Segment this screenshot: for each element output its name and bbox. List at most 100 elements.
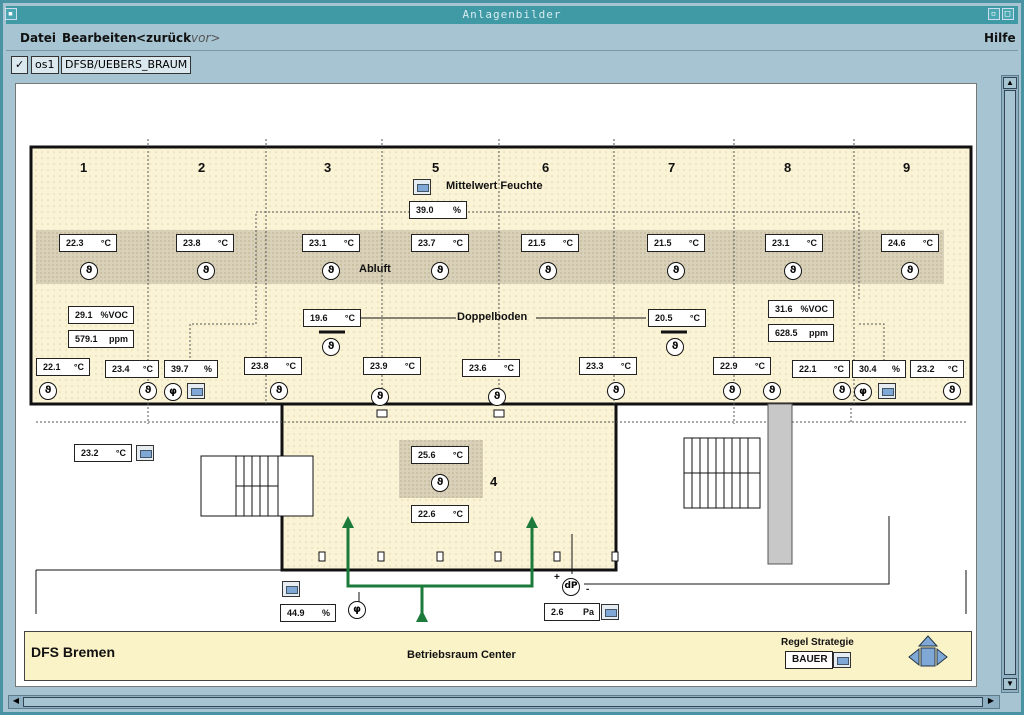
floorplan-drawing bbox=[29, 139, 973, 622]
humidity-value: 44.9% bbox=[280, 604, 336, 622]
abluft-value: 22.3 °C bbox=[59, 234, 117, 252]
humidity-sensor-icon[interactable]: φ bbox=[854, 383, 872, 401]
ppm-value: 628.5 ppm bbox=[768, 324, 834, 342]
humidity-button[interactable] bbox=[187, 383, 205, 399]
room-value: 39.7% bbox=[164, 360, 218, 378]
application-window: Anlagenbilder ▪ ▫ □ Datei Bearbeiten <zu… bbox=[0, 0, 1024, 715]
temp-sensor-icon[interactable]: ϑ bbox=[431, 474, 449, 492]
menu-datei[interactable]: Datei bbox=[20, 31, 56, 45]
humidity-sensor-icon[interactable]: φ bbox=[164, 383, 182, 401]
temp-sensor-icon[interactable]: ϑ bbox=[322, 338, 340, 356]
minimize-button[interactable]: ▫ bbox=[988, 8, 1000, 20]
temp-sensor-icon[interactable]: ϑ bbox=[197, 262, 215, 280]
mittelwert-button[interactable] bbox=[413, 179, 431, 195]
menu-forward[interactable]: vor> bbox=[191, 31, 220, 45]
voc-value: 29.1 %VOC bbox=[68, 306, 134, 324]
scroll-right-icon[interactable]: ▶ bbox=[985, 696, 997, 708]
zone-label: 1 bbox=[80, 160, 88, 175]
temp-sensor-icon[interactable]: ϑ bbox=[270, 382, 288, 400]
abluft-value: 24.6 °C bbox=[881, 234, 939, 252]
menu-bearbeiten[interactable]: Bearbeiten bbox=[62, 31, 137, 45]
abluft-value: 23.1 °C bbox=[765, 234, 823, 252]
pressure-sensor-icon[interactable]: dP bbox=[562, 578, 580, 596]
zone-label: 5 bbox=[432, 160, 440, 175]
site-name: DFS Bremen bbox=[31, 644, 116, 660]
temp-sensor-icon[interactable]: ϑ bbox=[723, 382, 741, 400]
strategy-label: Regel Strategie bbox=[781, 637, 854, 648]
nav-right-icon bbox=[936, 647, 948, 667]
room-value: 30.4% bbox=[852, 360, 906, 378]
temp-sensor-icon[interactable]: ϑ bbox=[667, 262, 685, 280]
dp-plus: + bbox=[554, 572, 560, 583]
navigation-arrows bbox=[908, 635, 948, 667]
duct bbox=[767, 403, 793, 565]
nav-center-icon bbox=[920, 647, 936, 667]
temp-sensor-icon[interactable]: ϑ bbox=[943, 382, 961, 400]
room-value: 23.2 °C bbox=[910, 360, 964, 378]
menu-back[interactable]: <zurück bbox=[136, 31, 191, 45]
check-toggle[interactable]: ✓ bbox=[11, 56, 28, 74]
maximize-button[interactable]: □ bbox=[1002, 8, 1014, 20]
temp-sensor-icon[interactable]: ϑ bbox=[431, 262, 449, 280]
room-value: 23.6 °C bbox=[462, 359, 520, 377]
temp-sensor-icon[interactable]: ϑ bbox=[607, 382, 625, 400]
temp-sensor-icon[interactable]: ϑ bbox=[39, 382, 57, 400]
strategy-value[interactable]: BAUER bbox=[785, 651, 833, 669]
temp-sensor-icon[interactable]: ϑ bbox=[488, 388, 506, 406]
zone-label: 8 bbox=[784, 160, 792, 175]
zone-label-4: 4 bbox=[490, 474, 498, 489]
temp-sensor-icon[interactable]: ϑ bbox=[371, 388, 389, 406]
menu-hilfe[interactable]: Hilfe bbox=[984, 31, 1016, 45]
temp-sensor-icon[interactable]: ϑ bbox=[784, 262, 802, 280]
scroll-up-icon[interactable]: ▲ bbox=[1003, 77, 1017, 89]
room-value: 22.9 °C bbox=[713, 357, 771, 375]
temp-sensor-icon[interactable]: ϑ bbox=[666, 338, 684, 356]
room-value: 23.3 °C bbox=[579, 357, 637, 375]
temp-sensor-icon[interactable]: ϑ bbox=[901, 262, 919, 280]
scroll-thumb[interactable] bbox=[1004, 90, 1016, 675]
humidity-button[interactable] bbox=[878, 383, 896, 399]
vertical-scrollbar[interactable]: ▲ ▼ bbox=[1001, 75, 1019, 693]
doppelboden-value-right: 20.5 °C bbox=[648, 309, 706, 327]
horizontal-scrollbar[interactable]: ◀ ▶ bbox=[8, 695, 1000, 709]
toolbar: ✓ os1 DFSB/UEBERS_BRAUM bbox=[6, 53, 1018, 77]
temp-sensor-icon[interactable]: ϑ bbox=[80, 262, 98, 280]
room-value: 23.4 °C bbox=[105, 360, 159, 378]
voc-value: 31.6 %VOC bbox=[768, 300, 834, 318]
footer-panel: DFS Bremen Betriebsraum Center Regel Str… bbox=[24, 631, 972, 681]
scroll-left-icon[interactable]: ◀ bbox=[10, 696, 22, 708]
path-field[interactable]: DFSB/UEBERS_BRAUM bbox=[61, 56, 191, 74]
room-value: 23.8 °C bbox=[244, 357, 302, 375]
window-menu-button[interactable]: ▪ bbox=[5, 8, 17, 20]
staircase-left bbox=[200, 455, 314, 517]
outside-button[interactable] bbox=[136, 445, 154, 461]
nav-up-icon bbox=[917, 635, 939, 647]
strategy-dropdown-button[interactable] bbox=[833, 652, 851, 668]
temp-sensor-icon[interactable]: ϑ bbox=[322, 262, 340, 280]
scroll-down-icon[interactable]: ▼ bbox=[1003, 678, 1017, 690]
abluft-value: 21.5 °C bbox=[647, 234, 705, 252]
nav-left-icon bbox=[908, 647, 920, 667]
zone-label: 2 bbox=[198, 160, 206, 175]
temp-sensor-icon[interactable]: ϑ bbox=[539, 262, 557, 280]
pressure-button[interactable] bbox=[601, 604, 619, 620]
room-value: 22.1 °C bbox=[792, 360, 850, 378]
humidity-control-button[interactable] bbox=[282, 581, 300, 597]
temp-sensor-icon[interactable]: ϑ bbox=[763, 382, 781, 400]
temp-sensor-icon[interactable]: ϑ bbox=[139, 382, 157, 400]
room-value: 23.9 °C bbox=[363, 357, 421, 375]
zone4-value-top: 25.6 °C bbox=[411, 446, 469, 464]
mittelwert-value: 39.0% bbox=[409, 201, 467, 219]
zone-label: 7 bbox=[668, 160, 676, 175]
mittelwert-label: Mittelwert Feuchte bbox=[446, 180, 543, 192]
zone-label: 6 bbox=[542, 160, 550, 175]
temp-sensor-icon[interactable]: ϑ bbox=[833, 382, 851, 400]
dp-minus: - bbox=[586, 584, 590, 595]
menu-bar: Datei Bearbeiten <zurück vor> Hilfe bbox=[6, 27, 1018, 51]
abluft-value: 21.5 °C bbox=[521, 234, 579, 252]
hscroll-thumb[interactable] bbox=[23, 697, 983, 707]
room-name: Betriebsraum Center bbox=[407, 649, 516, 661]
humidity-sensor-icon[interactable]: φ bbox=[348, 601, 366, 619]
station-field[interactable]: os1 bbox=[31, 56, 59, 74]
zone-label: 9 bbox=[903, 160, 911, 175]
